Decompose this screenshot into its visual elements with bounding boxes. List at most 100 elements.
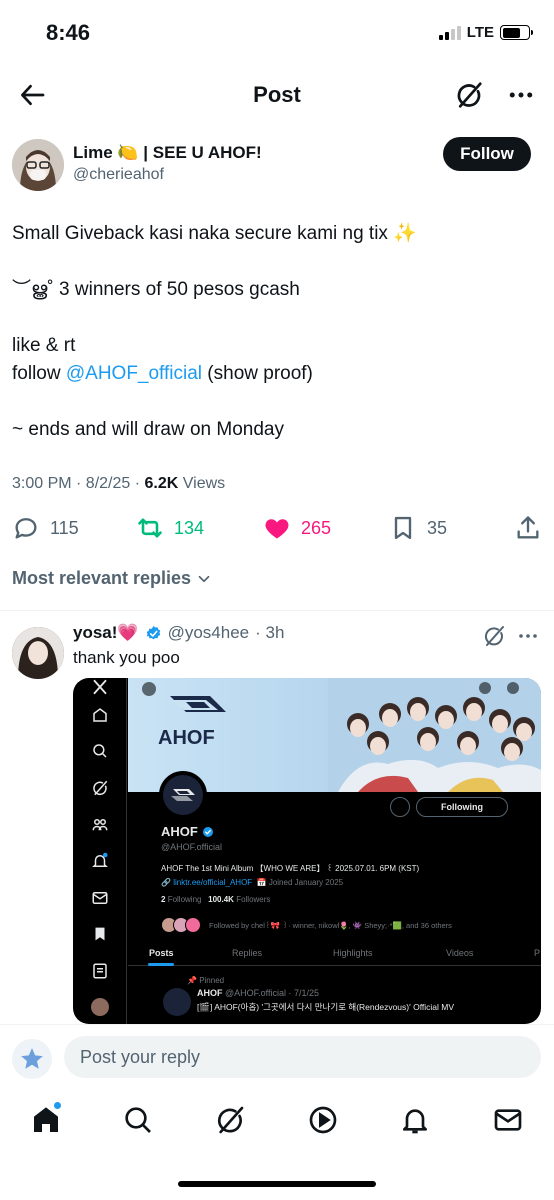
reply-header: yosa!💗 @yos4hee · 3h [73, 623, 284, 643]
pinned-post-handle: @AHOF.official · 7/1/25 [225, 988, 320, 998]
share-icon [517, 516, 539, 539]
mention-link[interactable]: @AHOF_official [66, 363, 202, 384]
reply-media-image[interactable]: AHOF Following AHOF @AHOF.official AHOF … [73, 678, 541, 1024]
messages-icon [92, 892, 108, 904]
notifications-icon[interactable] [399, 1104, 431, 1136]
home-notification-dot [54, 1102, 61, 1109]
status-bar: 8:46 LTE [0, 0, 554, 62]
profile-name: AHOF [161, 824, 214, 839]
author-name[interactable]: Lime 🍋 | SEE U AHOF! [73, 143, 262, 163]
reply-author-handle[interactable]: @yos4hee [168, 623, 250, 643]
profile-stats: 2 Following 100.4K Followers [161, 895, 270, 904]
reply-count: 115 [50, 517, 79, 538]
profile-link: linktr.ee/official_AHOF [173, 878, 253, 887]
followers-label: Followers [236, 895, 271, 904]
profile-bio: AHOF The 1st Mini Album 【WHO WE ARE】 ꒰ 2… [161, 864, 420, 873]
profile-joined: Joined January 2025 [268, 878, 344, 887]
status-indicators: LTE [438, 24, 533, 41]
messages-icon[interactable] [492, 1104, 524, 1136]
tab-videos: Videos [446, 948, 474, 958]
signal-icon [438, 25, 461, 40]
followers-count: 100.4K [208, 895, 234, 904]
author-avatar[interactable] [12, 139, 64, 191]
repost-button[interactable]: 134 [136, 514, 204, 542]
profile-tabs: Posts Replies Highlights Videos P [128, 942, 541, 966]
pinned-post-avatar [163, 988, 191, 1016]
pinned-text: Pinned [199, 976, 225, 985]
battery-icon [500, 25, 533, 40]
profile-name-text: AHOF [161, 824, 198, 839]
following-button: Following [416, 797, 508, 817]
pinned-post-header: AHOF @AHOF.official · 7/1/25 [197, 988, 319, 998]
bookmark-button[interactable]: 35 [389, 514, 447, 542]
post-actions: 115 134 265 35 [0, 510, 554, 550]
top-bar: Post [0, 70, 554, 120]
profile-handle: @AHOF.official [161, 842, 222, 852]
post-text: Small Giveback kasi naka secure kami ng … [12, 220, 532, 444]
star-icon [21, 1048, 43, 1069]
share-button[interactable] [514, 514, 542, 542]
embed-sidebar [73, 678, 127, 1024]
bookmark-count: 35 [427, 517, 448, 538]
reply-author-name[interactable]: yosa!💗 [73, 623, 139, 643]
views-label: Views [178, 475, 226, 492]
bookmark-icon [95, 927, 105, 941]
post-time: 3:00 PM · 8/2/25 · [12, 475, 145, 492]
post-line: ~ ends and will draw on Monday [12, 419, 284, 440]
follow-button[interactable]: Follow [443, 137, 531, 171]
bottom-nav [0, 1094, 554, 1154]
post-line: like & rt [12, 335, 76, 356]
chevron-down-icon [198, 575, 210, 582]
search-icon [93, 744, 107, 758]
post-meta: 3:00 PM · 8/2/25 · 6.2K Views [12, 475, 225, 493]
grok-icon[interactable] [482, 624, 506, 648]
more-icon[interactable] [514, 624, 542, 648]
grok-icon[interactable] [214, 1104, 246, 1136]
group-photo [328, 678, 541, 792]
search-icon[interactable] [122, 1104, 154, 1136]
tab-posts: Posts [149, 948, 174, 958]
tab-replies: Replies [232, 948, 263, 958]
repost-count: 134 [174, 517, 205, 538]
verified-badge-icon [146, 625, 160, 639]
reply-time: · 3h [255, 623, 285, 642]
tab-more: P [534, 948, 541, 958]
grok-icon[interactable] [454, 80, 484, 110]
replies-sort-dropdown[interactable]: Most relevant replies [12, 568, 213, 589]
more-icon[interactable] [506, 80, 536, 110]
follower-avatar [185, 917, 201, 933]
verified-badge-icon [202, 826, 213, 837]
home-icon [93, 708, 107, 722]
status-time: 8:46 [46, 20, 91, 45]
grok-icon [93, 780, 108, 796]
user-avatar[interactable] [12, 1039, 52, 1079]
views-count[interactable]: 6.2K [145, 475, 179, 492]
grok-icon [479, 682, 491, 694]
author-handle[interactable]: @cherieahof [73, 166, 164, 184]
notifications-icon [92, 852, 108, 867]
reply-button[interactable]: 115 [12, 514, 79, 542]
divider [0, 610, 554, 611]
home-indicator [178, 1181, 376, 1187]
post-line: Small Giveback kasi naka secure kami ng … [12, 223, 417, 244]
like-button[interactable]: 265 [263, 514, 331, 542]
pinned-post-author: AHOF [197, 988, 223, 998]
pinned-label: 📌 Pinned [187, 976, 225, 985]
reply-icon [15, 518, 37, 539]
active-tab-indicator [148, 963, 174, 966]
like-count: 265 [301, 517, 332, 538]
notify-button [390, 797, 410, 817]
back-icon [142, 682, 156, 696]
following-label: Following [167, 895, 202, 904]
profile-avatar [159, 771, 207, 819]
followed-by-text: Followed by chel꒰🎀 ꒱· winner, nikowl🌷, 👾… [209, 921, 452, 930]
reply-avatar[interactable] [12, 627, 64, 679]
communities-icon [92, 819, 108, 831]
reply-input[interactable]: Post your reply [64, 1036, 541, 1078]
lists-icon [93, 963, 107, 979]
pinned-post-text: [🎬] AHOF(아홉) '그곳에서 다시 만나기로 해(Rendezvous)… [197, 1002, 455, 1012]
network-label: LTE [466, 24, 494, 41]
profile-link-row: 🔗 linktr.ee/official_AHOF 📅 Joined Janua… [161, 878, 344, 887]
video-icon[interactable] [307, 1104, 339, 1136]
like-icon [265, 519, 289, 539]
